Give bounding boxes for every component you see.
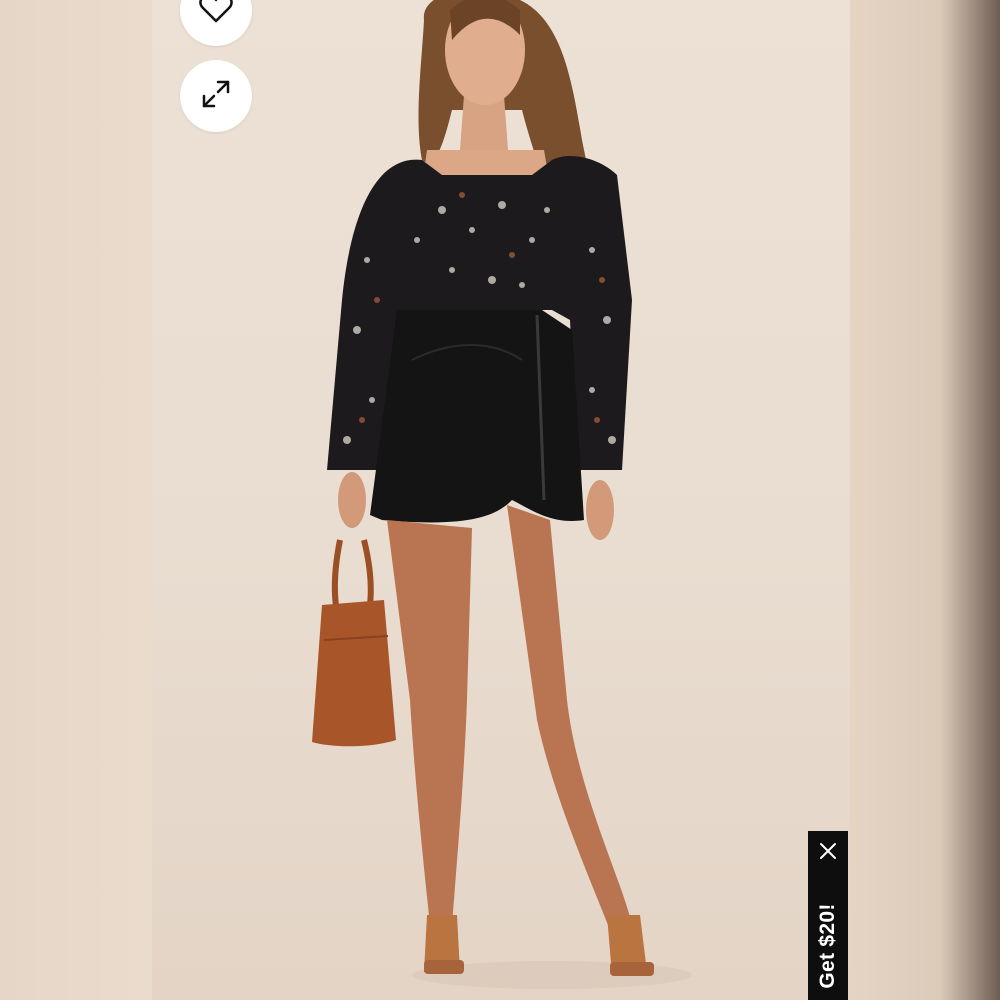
heart-outline-icon [199,0,233,28]
close-icon [819,842,837,865]
expand-arrows-icon [198,76,234,117]
promo-tab[interactable]: Get $20! [808,831,848,1000]
product-photo[interactable] [152,0,850,1000]
right-backdrop [850,0,1000,1000]
left-backdrop [0,0,152,1000]
expand-image-button[interactable] [180,60,252,132]
promo-label[interactable]: Get $20! [816,903,840,988]
model-illustration [312,0,692,989]
promo-close-button[interactable] [818,842,838,865]
